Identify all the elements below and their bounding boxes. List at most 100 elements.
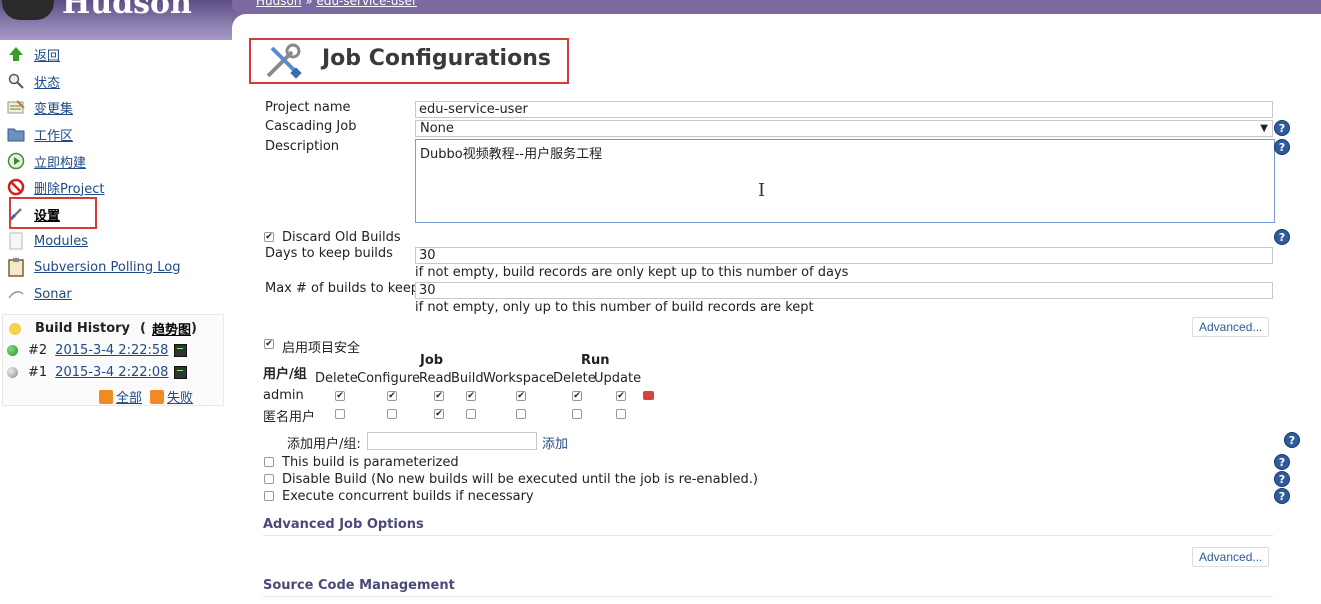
build-feeds: 全部 失败 — [99, 387, 201, 406]
matrix-col-run-delete: Delete — [553, 371, 596, 386]
max-builds-label: Max # of builds to keep — [265, 281, 420, 296]
matrix-group-run: Run — [581, 353, 610, 368]
concurrent-builds-label: Execute concurrent builds if necessary — [282, 489, 534, 504]
clipboard-icon — [6, 258, 26, 277]
sidebar-item-label[interactable]: 变更集 — [34, 98, 73, 117]
sidebar-item-label[interactable]: 立即构建 — [34, 152, 86, 171]
cascading-job-label: Cascading Job — [265, 119, 357, 134]
build-date-link[interactable]: 2015-3-4 2:22:58 — [55, 343, 168, 358]
advanced-button[interactable]: Advanced... — [1192, 317, 1270, 337]
breadcrumb-root[interactable]: Hudson — [256, 0, 301, 8]
rss-icon — [150, 389, 165, 404]
page-title: Job Configurations — [322, 46, 551, 71]
matrix-col-delete: Delete — [315, 371, 358, 386]
sidebar-item-label[interactable]: 删除Project — [34, 178, 104, 197]
notepad-icon — [6, 98, 26, 116]
remove-user-icon[interactable] — [643, 391, 654, 400]
permission-checkbox[interactable] — [466, 391, 476, 401]
permission-checkbox[interactable] — [335, 409, 345, 419]
days-keep-label: Days to keep builds — [265, 246, 393, 261]
sidebar-item-build-now[interactable]: 立即构建 — [6, 150, 86, 172]
build-history-panel: Build History ( 趋势图 ) #2 2015-3-4 2:22:5… — [2, 314, 224, 406]
permission-checkbox[interactable] — [434, 409, 444, 419]
build-history-label: Build History — [35, 321, 131, 336]
rss-icon — [99, 389, 113, 404]
parameterized-checkbox[interactable] — [264, 457, 274, 467]
permission-checkbox[interactable] — [516, 409, 526, 419]
sidebar-item-label[interactable]: 工作区 — [34, 125, 73, 144]
help-icon[interactable]: ? — [1274, 471, 1290, 487]
help-icon[interactable]: ? — [1284, 432, 1300, 448]
days-keep-field[interactable]: 30 — [415, 247, 1273, 264]
sidebar-item-label[interactable]: Subversion Polling Log — [34, 260, 181, 275]
project-security-checkbox[interactable] — [264, 339, 274, 349]
sidebar-item-back[interactable]: 返回 — [6, 43, 60, 65]
magnifier-icon — [6, 72, 26, 90]
project-name-field[interactable]: edu-service-user — [415, 101, 1273, 118]
permission-checkbox[interactable] — [516, 391, 526, 401]
feed-failed-link[interactable]: 失败 — [167, 387, 193, 406]
max-builds-field[interactable]: 30 — [415, 282, 1273, 299]
matrix-user-group-header: 用户/组 — [263, 367, 307, 382]
sidebar-item-svn-polling-log[interactable]: Subversion Polling Log — [6, 256, 181, 278]
help-icon[interactable]: ? — [1274, 139, 1290, 155]
max-builds-hint: if not empty, only up to this number of … — [415, 300, 814, 315]
disable-build-label: Disable Build (No new builds will be exe… — [282, 472, 758, 487]
matrix-col-workspace: Workspace — [483, 371, 555, 386]
sidebar-item-workspace[interactable]: 工作区 — [6, 123, 73, 145]
add-user-input[interactable] — [367, 432, 537, 450]
build-date-link[interactable]: 2015-3-4 2:22:08 — [55, 365, 168, 380]
matrix-group-job: Job — [420, 353, 444, 368]
feed-all-link[interactable]: 全部 — [116, 387, 142, 406]
permission-checkbox[interactable] — [387, 391, 397, 401]
help-icon[interactable]: ? — [1274, 488, 1290, 504]
permission-checkbox[interactable] — [572, 391, 582, 401]
advanced-button-2[interactable]: Advanced... — [1192, 547, 1270, 567]
discard-old-builds-label: Discard Old Builds — [282, 230, 401, 245]
sidebar-item-label[interactable]: 状态 — [34, 72, 60, 91]
sidebar-item-modules[interactable]: Modules — [6, 230, 88, 252]
sidebar-item-sonar[interactable]: Sonar — [6, 283, 72, 305]
breadcrumb-job[interactable]: edu-service-user — [316, 0, 416, 8]
permission-checkbox[interactable] — [616, 409, 626, 419]
sidebar-item-delete-project[interactable]: 删除Project — [6, 176, 104, 198]
matrix-col-configure: Configure — [357, 371, 421, 386]
permission-checkbox[interactable] — [466, 409, 476, 419]
cascading-job-select[interactable]: None ▼ — [415, 120, 1273, 137]
concurrent-builds-checkbox[interactable] — [264, 491, 274, 501]
matrix-row-label: admin — [263, 388, 304, 403]
cascading-job-value: None — [420, 121, 454, 136]
sidebar-item-label[interactable]: Sonar — [34, 287, 72, 302]
disable-build-checkbox[interactable] — [264, 474, 274, 484]
sonar-icon — [6, 285, 26, 303]
tools-icon — [262, 42, 302, 82]
arrow-up-icon — [6, 45, 26, 63]
sidebar-item-changes[interactable]: 变更集 — [6, 96, 73, 118]
build-row: #1 2015-3-4 2:22:08 — [7, 365, 188, 380]
no-entry-icon — [6, 178, 26, 196]
discard-old-builds-checkbox[interactable] — [264, 232, 274, 242]
sun-icon — [9, 322, 21, 335]
permission-checkbox[interactable] — [616, 391, 626, 401]
sidebar-item-status[interactable]: 状态 — [6, 70, 60, 92]
description-textarea[interactable]: Dubbo视频教程--用户服务工程 — [415, 139, 1275, 223]
console-icon[interactable] — [174, 344, 188, 357]
permission-checkbox[interactable] — [434, 391, 444, 401]
folder-icon — [6, 125, 26, 143]
sidebar-item-label[interactable]: Modules — [34, 234, 88, 249]
trend-link[interactable]: 趋势图 — [152, 319, 191, 338]
permission-checkbox[interactable] — [335, 391, 345, 401]
status-ball-icon — [7, 345, 18, 356]
help-icon[interactable]: ? — [1274, 120, 1290, 136]
permission-checkbox[interactable] — [572, 409, 582, 419]
console-icon[interactable] — [174, 366, 188, 379]
help-icon[interactable]: ? — [1274, 454, 1290, 470]
section-divider — [263, 596, 1273, 597]
status-ball-icon — [7, 367, 18, 378]
sidebar-item-label[interactable]: 返回 — [34, 45, 60, 64]
build-number: #1 — [28, 365, 48, 380]
matrix-col-run-update: Update — [594, 371, 642, 386]
permission-checkbox[interactable] — [387, 409, 397, 419]
help-icon[interactable]: ? — [1274, 229, 1290, 245]
add-user-button[interactable]: 添加 — [542, 433, 568, 452]
